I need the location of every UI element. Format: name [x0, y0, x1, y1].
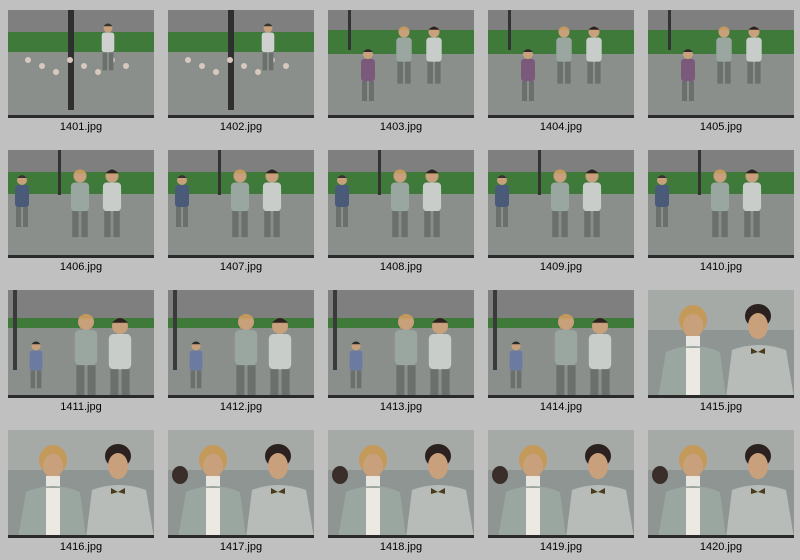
- thumbnail-filename: 1418.jpg: [379, 541, 423, 553]
- thumbnail-image[interactable]: [8, 290, 154, 398]
- thumbnail-filename: 1406.jpg: [59, 261, 103, 273]
- thumbnail-filename: 1420.jpg: [699, 541, 743, 553]
- thumbnail-filename: 1412.jpg: [219, 401, 263, 413]
- thumbnail-image[interactable]: [168, 290, 314, 398]
- thumbnail-item[interactable]: 1412.jpg: [168, 290, 314, 420]
- thumbnail-filename: 1411.jpg: [60, 401, 102, 413]
- thumbnail-item[interactable]: 1418.jpg: [328, 430, 474, 560]
- thumbnail-filename: 1402.jpg: [219, 121, 263, 133]
- thumbnail-image[interactable]: [328, 430, 474, 538]
- thumbnail-image[interactable]: [648, 430, 794, 538]
- thumbnail-filename: 1408.jpg: [379, 261, 423, 273]
- thumbnail-item[interactable]: 1410.jpg: [648, 150, 794, 280]
- thumbnail-item[interactable]: 1405.jpg: [648, 10, 794, 140]
- thumbnail-filename: 1404.jpg: [539, 121, 583, 133]
- thumbnail-item[interactable]: 1401.jpg: [8, 10, 154, 140]
- thumbnail-item[interactable]: 1415.jpg: [648, 290, 794, 420]
- thumbnail-image[interactable]: [488, 10, 634, 118]
- thumbnail-image[interactable]: [648, 150, 794, 258]
- thumbnail-item[interactable]: 1403.jpg: [328, 10, 474, 140]
- thumbnail-item[interactable]: 1420.jpg: [648, 430, 794, 560]
- thumbnail-filename: 1401.jpg: [59, 121, 103, 133]
- thumbnail-filename: 1417.jpg: [219, 541, 263, 553]
- thumbnail-filename: 1414.jpg: [539, 401, 583, 413]
- thumbnail-filename: 1413.jpg: [379, 401, 423, 413]
- thumbnail-image[interactable]: [8, 150, 154, 258]
- thumbnail-item[interactable]: 1406.jpg: [8, 150, 154, 280]
- thumbnail-item[interactable]: 1404.jpg: [488, 10, 634, 140]
- thumbnail-filename: 1405.jpg: [699, 121, 743, 133]
- thumbnail-image[interactable]: [328, 150, 474, 258]
- thumbnail-image[interactable]: [168, 10, 314, 118]
- thumbnail-image[interactable]: [648, 10, 794, 118]
- thumbnail-item[interactable]: 1419.jpg: [488, 430, 634, 560]
- thumbnail-item[interactable]: 1402.jpg: [168, 10, 314, 140]
- thumbnail-filename: 1403.jpg: [379, 121, 423, 133]
- thumbnail-item[interactable]: 1407.jpg: [168, 150, 314, 280]
- thumbnail-image[interactable]: [168, 430, 314, 538]
- thumbnail-image[interactable]: [488, 290, 634, 398]
- thumbnail-item[interactable]: 1417.jpg: [168, 430, 314, 560]
- thumbnail-image[interactable]: [8, 430, 154, 538]
- thumbnail-image[interactable]: [488, 430, 634, 538]
- thumbnail-filename: 1415.jpg: [699, 401, 743, 413]
- thumbnail-item[interactable]: 1409.jpg: [488, 150, 634, 280]
- thumbnail-filename: 1416.jpg: [59, 541, 103, 553]
- thumbnail-item[interactable]: 1411.jpg: [8, 290, 154, 420]
- thumbnail-filename: 1419.jpg: [539, 541, 583, 553]
- thumbnail-image[interactable]: [328, 290, 474, 398]
- thumbnail-item[interactable]: 1416.jpg: [8, 430, 154, 560]
- thumbnail-grid: 1401.jpg 1402.jpg 1403.jpg 1404.jpg 1405…: [0, 0, 800, 560]
- thumbnail-image[interactable]: [168, 150, 314, 258]
- thumbnail-item[interactable]: 1413.jpg: [328, 290, 474, 420]
- thumbnail-filename: 1409.jpg: [539, 261, 583, 273]
- thumbnail-image[interactable]: [488, 150, 634, 258]
- thumbnail-filename: 1407.jpg: [219, 261, 263, 273]
- thumbnail-item[interactable]: 1414.jpg: [488, 290, 634, 420]
- thumbnail-filename: 1410.jpg: [699, 261, 743, 273]
- thumbnail-image[interactable]: [328, 10, 474, 118]
- thumbnail-image[interactable]: [648, 290, 794, 398]
- thumbnail-item[interactable]: 1408.jpg: [328, 150, 474, 280]
- thumbnail-image[interactable]: [8, 10, 154, 118]
